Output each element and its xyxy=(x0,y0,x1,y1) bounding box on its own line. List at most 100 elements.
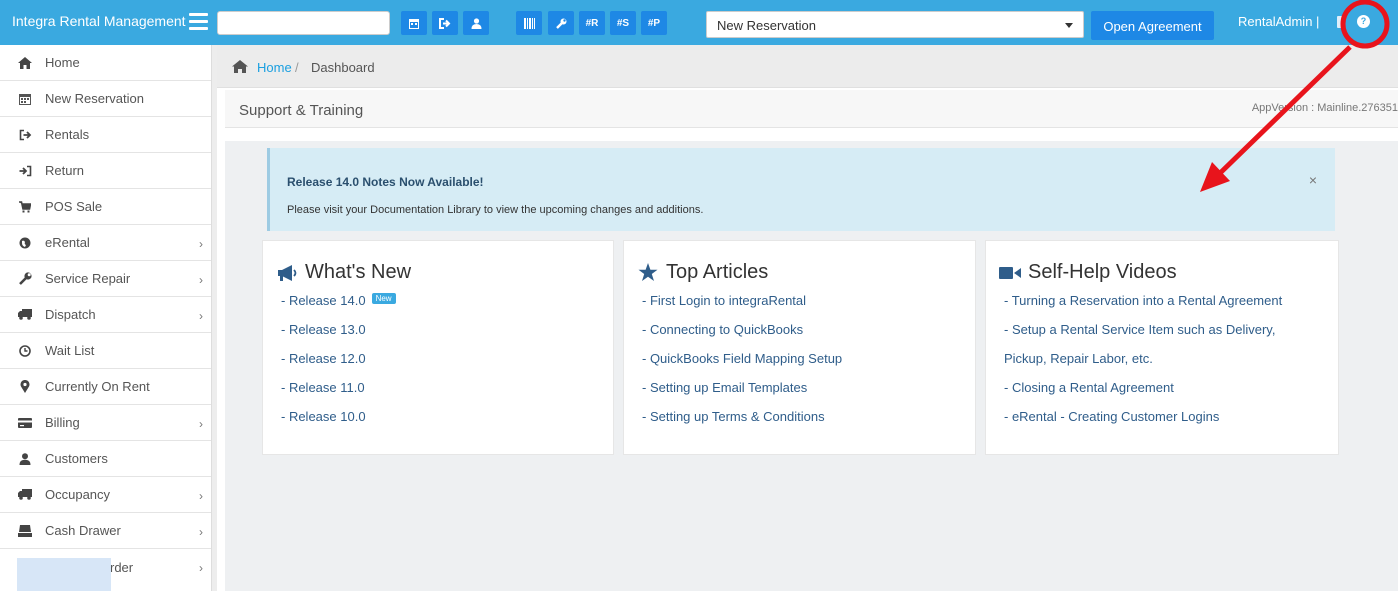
alert-text: Please visit your Documentation Library … xyxy=(287,204,704,216)
truck-icon xyxy=(18,488,32,502)
close-icon[interactable]: × xyxy=(1309,172,1317,188)
search-reservation-button[interactable]: #R xyxy=(579,11,605,35)
whats-new-card: What's New - Release 14.0 New - Release 1… xyxy=(262,240,614,455)
sidebar-item-service-repair[interactable]: Service Repair › xyxy=(0,261,211,297)
top-articles-links: - First Login to integraRental - Connect… xyxy=(642,293,962,438)
list-item[interactable]: - Release 14.0 New xyxy=(281,293,601,322)
chevron-right-icon: › xyxy=(199,237,203,251)
reservation-type-select[interactable]: New Reservation xyxy=(706,11,1084,38)
list-item[interactable]: - Release 11.0 xyxy=(281,380,601,409)
whats-new-links: - Release 14.0 New - Release 13.0 - Relea… xyxy=(281,293,601,438)
sidebar-item-cash-drawer[interactable]: Cash Drawer › xyxy=(0,513,211,549)
list-item[interactable]: - Closing a Rental Agreement xyxy=(1004,380,1334,409)
breadcrumb-current: Dashboard xyxy=(311,60,375,75)
chevron-right-icon: › xyxy=(199,273,203,287)
new-badge: New xyxy=(371,293,396,304)
cart-icon xyxy=(18,200,32,214)
release-alert: Release 14.0 Notes Now Available! Please… xyxy=(267,148,1335,231)
list-item[interactable]: - First Login to integraRental xyxy=(642,293,962,322)
search-input[interactable] xyxy=(217,11,390,35)
user-settings-icon[interactable] xyxy=(1337,16,1345,28)
list-item[interactable]: - Connecting to QuickBooks xyxy=(642,322,962,351)
sidebar-item-return[interactable]: Return xyxy=(0,153,211,189)
new-reservation-tool-button[interactable] xyxy=(401,11,427,35)
sidebar-item-label: Service Repair xyxy=(45,271,131,286)
app-brand[interactable]: Integra Rental Management xyxy=(12,13,186,29)
card-title: Self-Help Videos xyxy=(1028,261,1177,283)
page-header: Support & Training AppVersion : Mainline… xyxy=(225,90,1398,128)
star-icon xyxy=(636,263,660,283)
card-title: What's New xyxy=(305,261,412,283)
chevron-down-icon xyxy=(1065,23,1073,28)
sidebar-item-erental[interactable]: eRental › xyxy=(0,225,211,261)
truck-icon xyxy=(18,308,32,322)
chevron-right-icon: › xyxy=(199,417,203,431)
megaphone-icon xyxy=(275,263,299,283)
sidebar-item-label: Rentals xyxy=(45,127,90,142)
sidebar-item-rentals[interactable]: Rentals xyxy=(0,117,211,153)
sidebar-item-label: Billing xyxy=(45,415,80,430)
wrench-icon xyxy=(555,18,566,29)
list-item[interactable]: - Release 13.0 xyxy=(281,322,601,351)
breadcrumb-home-link[interactable]: Home xyxy=(257,60,292,75)
drawer-icon xyxy=(18,524,32,538)
sidebar-item-home[interactable]: Home xyxy=(0,45,211,81)
chevron-right-icon: › xyxy=(199,561,203,575)
sidebar-item-pos-sale[interactable]: POS Sale xyxy=(0,189,211,225)
sign-in-icon xyxy=(18,164,32,178)
calendar-icon xyxy=(409,18,419,29)
search-sale-button[interactable]: #S xyxy=(610,11,636,35)
sidebar-item-occupancy[interactable]: Occupancy › xyxy=(0,477,211,513)
map-marker-icon xyxy=(18,380,32,394)
help-icon[interactable]: ? xyxy=(1357,15,1370,28)
list-item[interactable]: - Setting up Email Templates xyxy=(642,380,962,409)
app-version: AppVersion : Mainline.276351 xyxy=(1251,102,1398,114)
credit-card-icon xyxy=(18,416,32,430)
hamburger-menu-icon[interactable] xyxy=(189,13,208,30)
sidebar-item-new-reservation[interactable]: New Reservation xyxy=(0,81,211,117)
barcode-tool-button[interactable] xyxy=(516,11,542,35)
sidebar-item-dispatch[interactable]: Dispatch › xyxy=(0,297,211,333)
list-item[interactable]: - Setting up Terms & Conditions xyxy=(642,409,962,438)
sidebar: Home New Reservation Rentals Return POS … xyxy=(0,45,211,591)
alert-title: Release 14.0 Notes Now Available! xyxy=(287,175,484,189)
customers-tool-button[interactable] xyxy=(463,11,489,35)
card-header: Top Articles xyxy=(636,261,768,284)
sidebar-item-label: eRental xyxy=(45,235,90,250)
page-title: Support & Training xyxy=(239,102,364,119)
chevron-right-icon: › xyxy=(199,525,203,539)
card-header: Self-Help Videos xyxy=(998,261,1177,284)
list-item[interactable]: - Turning a Reservation into a Rental Ag… xyxy=(1004,293,1334,322)
user-menu[interactable]: RentalAdmin | xyxy=(1238,14,1319,29)
sidebar-item-label: Cash Drawer xyxy=(45,523,121,538)
list-item[interactable]: - eRental - Creating Customer Logins xyxy=(1004,409,1334,438)
home-icon[interactable] xyxy=(232,60,248,73)
list-item[interactable]: - Setup a Rental Service Item such as De… xyxy=(1004,322,1334,351)
sidebar-item-customers[interactable]: Customers xyxy=(0,441,211,477)
sidebar-item-label: New Reservation xyxy=(45,91,144,106)
service-repair-tool-button[interactable] xyxy=(548,11,574,35)
list-item[interactable]: Pickup, Repair Labor, etc. xyxy=(1004,351,1334,380)
sign-out-icon xyxy=(18,128,32,142)
sidebar-item-billing[interactable]: Billing › xyxy=(0,405,211,441)
release-link[interactable]: - Release 14.0 xyxy=(281,293,366,308)
sidebar-item-wait-list[interactable]: Wait List xyxy=(0,333,211,369)
sidebar-item-label: Home xyxy=(45,55,80,70)
sign-out-icon xyxy=(439,17,451,29)
list-item[interactable]: - QuickBooks Field Mapping Setup xyxy=(642,351,962,380)
sidebar-item-label: Currently On Rent xyxy=(45,379,150,394)
clock-icon xyxy=(18,344,32,358)
list-item[interactable]: - Release 12.0 xyxy=(281,351,601,380)
sidebar-divider xyxy=(211,45,217,591)
sidebar-item-label: Occupancy xyxy=(45,487,111,502)
sidebar-item-currently-on-rent[interactable]: Currently On Rent xyxy=(0,369,211,405)
top-articles-card: Top Articles - First Login to integraRen… xyxy=(623,240,976,455)
user-icon xyxy=(18,452,32,466)
chevron-right-icon: › xyxy=(199,309,203,323)
card-title: Top Articles xyxy=(666,261,769,283)
rentals-tool-button[interactable] xyxy=(432,11,458,35)
open-agreement-button[interactable]: Open Agreement xyxy=(1091,11,1214,40)
list-item[interactable]: - Release 10.0 xyxy=(281,409,601,438)
search-purchase-button[interactable]: #P xyxy=(641,11,667,35)
top-navbar: Integra Rental Management #R #S #P New R… xyxy=(0,0,1398,45)
